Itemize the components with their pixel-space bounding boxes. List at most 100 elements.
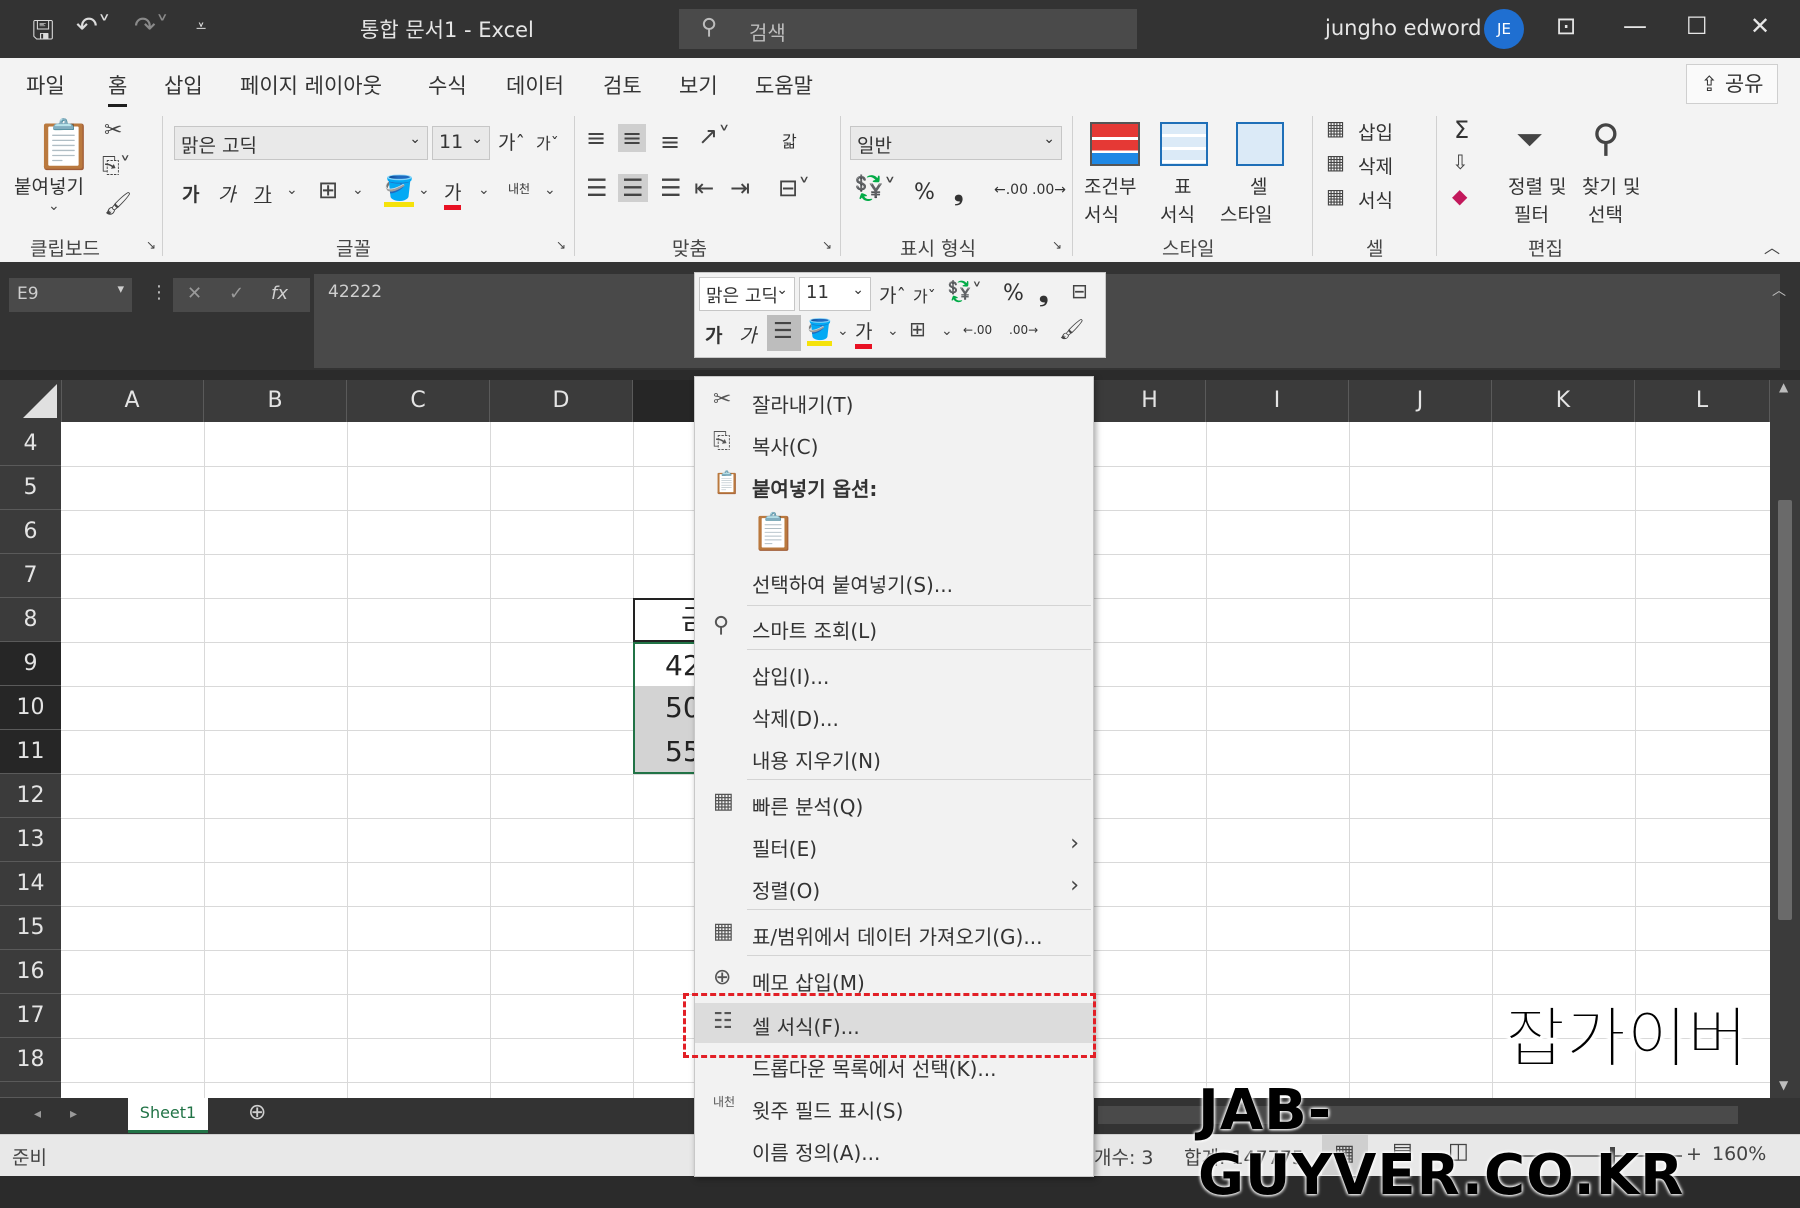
cell-styles-label-1[interactable]: 셀 [1250,172,1267,199]
decrease-decimal-button[interactable]: .00→ [1032,182,1066,198]
chevron-down-icon[interactable]: ⌄ [418,182,430,198]
next-sheet-icon[interactable]: ▸ [70,1106,77,1122]
paste-label[interactable]: 붙여넣기 [14,172,84,199]
save-icon[interactable]: 🖫 [32,12,54,56]
comma-button[interactable]: ❟ [954,178,963,206]
mini-merge-icon[interactable]: ⊟ [1071,279,1088,303]
font-launcher-icon[interactable]: ↘ [556,238,566,252]
conditional-formatting-label-1[interactable]: 조건부 [1084,172,1136,199]
paste-icon[interactable]: 📋 [34,116,94,173]
copy-icon[interactable]: ⎘˅ [102,154,131,179]
bold-button[interactable]: 가 [182,180,199,207]
row-header[interactable]: 4 [0,422,61,466]
chevron-down-icon[interactable]: ⌄ [352,182,364,198]
sort-filter-label-2[interactable]: 필터 [1514,200,1549,227]
mini-increase-decimal-button[interactable]: ←.00 [963,323,992,337]
menu-item-smart-lookup[interactable]: ⚲ 스마트 조회(L) [695,607,1093,647]
insert-cells-label[interactable]: 삽입 [1358,118,1393,145]
column-header-l[interactable]: L [1635,380,1770,422]
paste-option-button[interactable]: 📋 [751,511,796,555]
align-left-icon[interactable]: ☰ [586,174,608,202]
align-bottom-icon[interactable]: ≡ [660,128,680,156]
tab-view[interactable]: 보기 [679,70,718,100]
increase-indent-icon[interactable]: ⇥ [730,174,750,202]
format-cells-icon[interactable]: ▦ [1326,184,1345,208]
name-box[interactable]: E9 ▾ [9,278,132,312]
more-options-icon[interactable]: ⋮ [150,282,168,303]
delete-cells-icon[interactable]: ▦ [1326,150,1345,174]
select-all-button[interactable] [0,380,62,422]
sort-filter-icon[interactable]: ⏷ [1516,120,1543,160]
mini-currency-icon[interactable]: 💱˅ [947,279,982,303]
column-header-c[interactable]: C [347,380,490,422]
number-launcher-icon[interactable]: ↘ [1052,238,1062,252]
fill-color-icon[interactable]: 🪣 [384,174,414,207]
column-header-j[interactable]: J [1349,380,1492,422]
menu-item-insert[interactable]: 삽입(I)... [695,653,1093,693]
menu-item-clear-contents[interactable]: 내용 지우기(N) [695,737,1093,777]
maximize-icon[interactable]: ☐ [1686,12,1708,40]
cancel-icon[interactable]: ✕ [187,283,202,304]
format-as-table-label-1[interactable]: 표 [1174,172,1191,199]
mini-font-name-select[interactable]: 맑은 고딕 ⌄ [699,277,795,311]
mini-format-painter-icon[interactable]: 🖌 [1059,317,1084,341]
mini-align-center-button[interactable]: ☰ [767,315,801,351]
mini-font-color-button[interactable]: 가 [855,317,873,349]
column-header-i[interactable]: I [1206,380,1349,422]
avatar[interactable]: JE [1484,9,1524,49]
tab-page-layout[interactable]: 페이지 레이아웃 [240,70,382,100]
column-header-d[interactable]: D [490,380,633,422]
menu-item-filter[interactable]: 필터(E) › [695,825,1093,865]
menu-item-cut[interactable]: ✂ 잘라내기(T) [695,381,1093,421]
undo-icon[interactable]: ↶˅ [76,12,111,42]
customize-qat-icon[interactable]: ⩡ [196,16,206,37]
sort-filter-label-1[interactable]: 정렬 및 [1508,172,1566,199]
row-header[interactable]: 5 [0,466,61,510]
clear-icon[interactable]: ◆ [1452,184,1467,208]
mini-bold-button[interactable]: 가 [705,321,722,348]
tab-formulas[interactable]: 수식 [428,70,467,100]
tab-insert[interactable]: 삽입 [164,70,203,100]
row-header[interactable]: 6 [0,510,61,554]
chevron-down-icon[interactable]: ⌄ [887,323,899,339]
row-header[interactable]: 13 [0,818,61,862]
menu-item-define-name[interactable]: 이름 정의(A)... [695,1129,1093,1169]
chevron-down-icon[interactable]: ⌄ [478,182,490,198]
border-icon[interactable]: ⊞ [318,176,338,204]
chevron-down-icon[interactable]: ⌄ [941,323,953,339]
cell-styles-icon[interactable] [1236,122,1284,166]
mini-border-icon[interactable]: ⊞ [909,317,926,341]
delete-cells-label[interactable]: 삭제 [1358,152,1393,179]
format-cells-label[interactable]: 서식 [1358,186,1393,213]
row-header[interactable]: 18 [0,1038,61,1082]
row-header[interactable]: 7 [0,554,61,598]
align-middle-icon[interactable]: ≡ [618,124,647,152]
tab-file[interactable]: 파일 [26,70,65,100]
find-select-icon[interactable]: ⚲ [1592,116,1620,160]
align-right-icon[interactable]: ☰ [660,174,682,202]
redo-icon[interactable]: ↷˅ [134,12,169,42]
mini-percent-button[interactable]: % [1003,281,1024,306]
mini-decrease-font-icon[interactable]: 가ˇ [913,283,936,307]
column-header-k[interactable]: K [1492,380,1635,422]
format-as-table-icon[interactable] [1160,122,1208,166]
merge-center-icon[interactable]: ⊟˅ [778,174,810,202]
alignment-launcher-icon[interactable]: ↘ [822,238,832,252]
mini-fill-color-icon[interactable]: 🪣 [807,317,832,346]
chevron-down-icon[interactable]: ⌄ [837,323,849,339]
fill-icon[interactable]: ⇩ [1452,150,1469,174]
menu-item-phonetic-field[interactable]: 내천 윗주 필드 표시(S) [695,1087,1093,1127]
mini-font-size-select[interactable]: 11 ⌄ [799,277,871,311]
autosum-icon[interactable]: Σ [1454,116,1469,144]
scroll-up-icon[interactable]: ▲ [1779,380,1788,394]
mini-increase-font-icon[interactable]: 가ˆ [879,281,906,308]
collapse-ribbon-icon[interactable]: ︿ [1764,234,1780,258]
row-header[interactable]: 12 [0,774,61,818]
add-sheet-icon[interactable]: ⊕ [248,1100,266,1125]
chevron-down-icon[interactable]: ⌄ [286,182,298,198]
row-header[interactable]: 11 [0,730,61,774]
format-painter-icon[interactable]: 🖌 [104,192,132,217]
tab-review[interactable]: 검토 [603,70,642,100]
align-top-icon[interactable]: ≡ [586,124,606,152]
cut-icon[interactable]: ✂ [104,118,122,143]
